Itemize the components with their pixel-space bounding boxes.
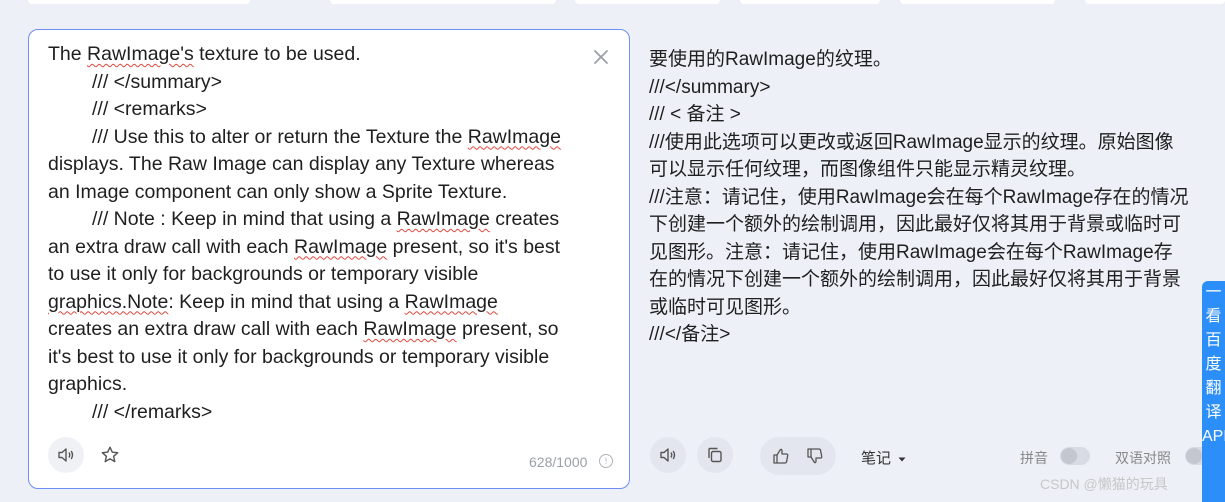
pinyin-label: 拼音: [1020, 450, 1048, 466]
source-line: graphics.Note: Keep in mind that using a…: [48, 289, 588, 317]
source-line: an Image component can only show a Sprit…: [48, 179, 588, 207]
side-app-banner[interactable]: 一 看 百 度 翻 译 APP: [1202, 281, 1225, 502]
spellcheck-word: RawImage: [467, 125, 561, 148]
source-line: an extra draw call with each RawImage pr…: [48, 234, 588, 262]
source-text-segment: : Keep in mind that using a: [168, 290, 405, 313]
source-text-segment: to use it only for backgrounds or tempor…: [48, 263, 479, 285]
translation-line: 或临时可见图形。: [649, 296, 802, 318]
copy-button[interactable]: [697, 437, 733, 473]
translation-line: ///注意：请记住，使用RawImage会在每个RawImage存在的情况: [649, 186, 1189, 208]
source-line: The RawImage's texture to be used.: [48, 41, 588, 69]
thumbs-up-button[interactable]: [764, 437, 798, 475]
source-text-segment: displays. The Raw Image can display any …: [48, 153, 555, 175]
copy-icon: [708, 447, 722, 463]
source-text-segment: creates an extra draw call with each: [48, 318, 364, 340]
spellcheck-word: RawImage: [396, 208, 490, 230]
source-line: graphics.: [48, 371, 588, 399]
translation-line: 可以显示任何纹理，而图像组件只能显示精灵纹理。: [649, 159, 1087, 180]
pinyin-toggle[interactable]: [1060, 447, 1090, 465]
source-input-panel[interactable]: The RawImage's texture to be used./// </…: [28, 29, 630, 489]
source-text-segment: /// </remarks>: [92, 400, 213, 423]
translation-line: 见图形。注意：请记住，使用RawImage会在每个RawImage存: [649, 241, 1173, 263]
notes-label: 笔记: [861, 450, 892, 467]
translation-line: /// < 备注 >: [649, 104, 741, 125]
translation-line: ///使用此选项可以更改或返回RawImage显示的纹理。原始图像: [649, 131, 1174, 153]
thumbs-up-icon: [773, 448, 789, 464]
source-line: /// <remarks>: [48, 96, 588, 124]
top-tab[interactable]: [330, 0, 556, 4]
thumbs-down-button[interactable]: [798, 437, 832, 475]
source-text-segment: /// <remarks>: [92, 98, 207, 120]
source-text-segment: present, so it's best: [387, 235, 561, 258]
translation-line: 要使用的RawImage的纹理。: [649, 49, 892, 70]
clear-button[interactable]: [590, 46, 612, 68]
source-line: /// </summary>: [48, 69, 588, 97]
source-text-segment: /// Use this to alter or return the Text…: [92, 125, 468, 148]
caret-down-icon: [897, 454, 907, 464]
source-text-segment: it's best to use it only for backgrounds…: [48, 345, 550, 368]
spellcheck-word: graphics.Note: [48, 290, 169, 313]
translation-speak-button[interactable]: [650, 437, 686, 473]
spellcheck-word: RawImage's: [87, 43, 194, 65]
speaker-icon: [58, 448, 74, 462]
bilingual-label: 双语对照: [1115, 450, 1171, 466]
star-icon: [101, 446, 119, 463]
feedback-group: [760, 437, 836, 475]
source-text-segment: The: [48, 43, 88, 65]
source-text-area[interactable]: The RawImage's texture to be used./// </…: [48, 41, 588, 426]
spellcheck-word: RawImage: [404, 290, 498, 313]
source-line: /// Note : Keep in mind that using a Raw…: [48, 206, 588, 234]
speaker-icon: [660, 448, 676, 462]
translation-line: 下创建一个额外的绘制调用，因此最好仅将其用于背景或临时可: [649, 214, 1182, 235]
top-tab[interactable]: [28, 0, 250, 4]
favorite-button[interactable]: [95, 440, 125, 470]
source-text-segment: present, so: [456, 318, 559, 340]
source-text-segment: an extra draw call with each: [48, 235, 295, 258]
top-tab[interactable]: [740, 0, 880, 4]
source-line: creates an extra draw call with each Raw…: [48, 316, 588, 344]
info-icon[interactable]: !: [599, 454, 613, 468]
top-tab[interactable]: [900, 0, 1055, 4]
source-line: displays. The Raw Image can display any …: [48, 151, 588, 179]
translation-output-panel: 要使用的RawImage的纹理。 ///</summary> /// < 备注 > /…: [633, 29, 1225, 502]
translation-line: 在的情况下创建一个额外的绘制调用，因此最好仅将其用于背景: [649, 269, 1182, 290]
source-text-segment: texture to be used.: [193, 43, 361, 65]
source-text-segment: graphics.: [48, 373, 128, 395]
translation-line: ///</summary>: [649, 76, 771, 98]
source-text-segment: an Image component can only show a Sprit…: [48, 180, 508, 203]
source-line: /// </remarks>: [48, 399, 588, 427]
thumbs-down-icon: [807, 448, 823, 464]
translation-line: ///</备注>: [649, 324, 731, 345]
spellcheck-word: RawImage: [294, 235, 388, 258]
notes-dropdown[interactable]: 笔记: [861, 447, 907, 468]
watermark: CSDN @懒猫的玩具: [1040, 476, 1168, 492]
source-speak-button[interactable]: [48, 437, 84, 473]
source-text-segment: /// Note : Keep in mind that using a: [92, 208, 397, 230]
source-line: to use it only for backgrounds or tempor…: [48, 261, 588, 289]
character-count: 628/1000: [529, 454, 588, 470]
source-line: it's best to use it only for backgrounds…: [48, 344, 588, 372]
source-text-segment: creates: [489, 208, 560, 230]
close-icon: [594, 50, 608, 64]
spellcheck-word: RawImage: [363, 318, 457, 340]
source-line: /// Use this to alter or return the Text…: [48, 124, 588, 152]
source-text-segment: /// </summary>: [92, 70, 223, 93]
translation-text: 要使用的RawImage的纹理。 ///</summary> /// < 备注 > /…: [649, 46, 1209, 349]
top-tab[interactable]: [1085, 0, 1225, 4]
top-tab[interactable]: [575, 0, 720, 4]
